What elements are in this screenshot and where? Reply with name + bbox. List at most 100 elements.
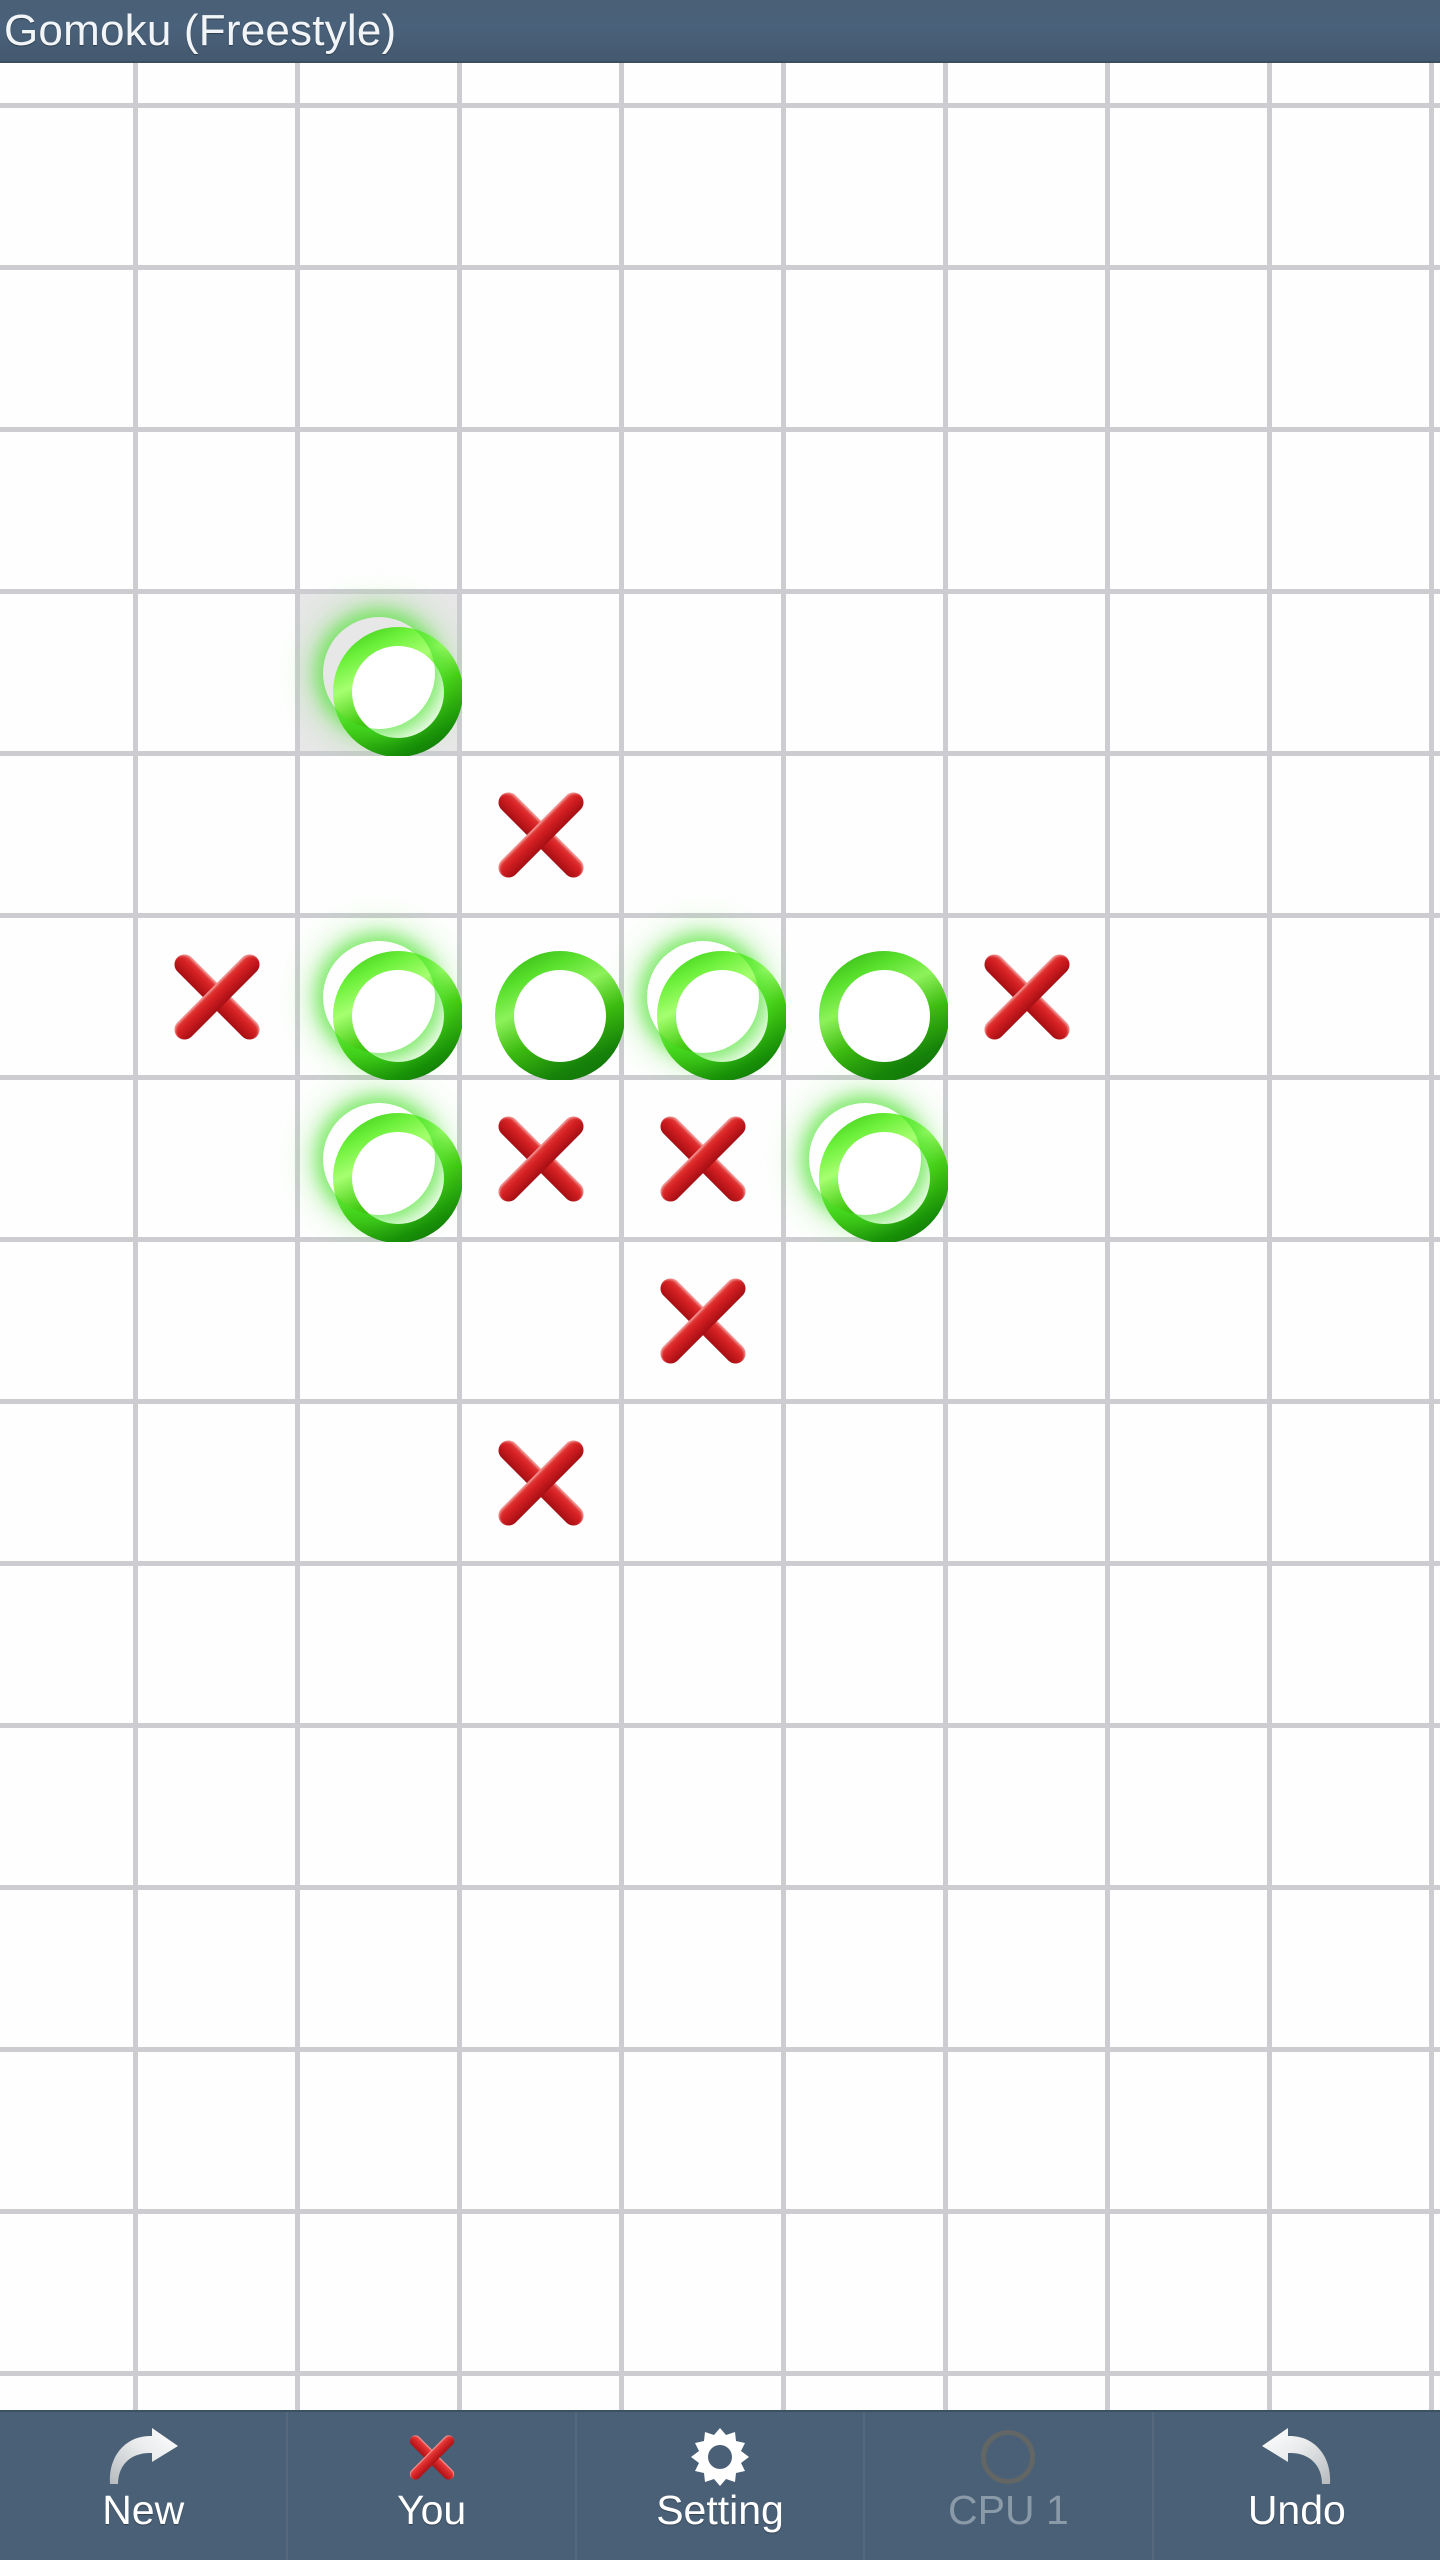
board-cell[interactable]: [786, 1080, 948, 1242]
new-game-button[interactable]: New: [0, 2412, 289, 2560]
board-cell[interactable]: [300, 918, 462, 1080]
you-button[interactable]: You: [288, 2412, 577, 2560]
board-cell[interactable]: [138, 1080, 300, 1242]
board-cell[interactable]: [948, 1404, 1110, 1566]
board-cell[interactable]: [300, 1242, 462, 1404]
board-cell[interactable]: [300, 1890, 462, 2052]
board-cell[interactable]: [138, 2376, 300, 2410]
board-cell[interactable]: [300, 594, 462, 756]
board-cell[interactable]: [786, 756, 948, 918]
board-cell[interactable]: [1272, 1404, 1434, 1566]
board-cell[interactable]: [1110, 2214, 1272, 2376]
board-cell[interactable]: [948, 1566, 1110, 1728]
board-cell[interactable]: [1272, 2052, 1434, 2214]
board-cell[interactable]: [138, 1728, 300, 1890]
board-cell[interactable]: [786, 594, 948, 756]
board-cell[interactable]: [786, 1566, 948, 1728]
board-cell[interactable]: [948, 756, 1110, 918]
board-cell[interactable]: [0, 756, 138, 918]
board-cell[interactable]: [1272, 1728, 1434, 1890]
board-cell[interactable]: [1434, 63, 1440, 108]
board-cell[interactable]: [462, 1890, 624, 2052]
board-cell[interactable]: [624, 270, 786, 432]
board-cell[interactable]: [462, 1242, 624, 1404]
board-cell[interactable]: [948, 432, 1110, 594]
board-cell[interactable]: [0, 1080, 138, 1242]
board-cell[interactable]: [462, 1404, 624, 1566]
game-board-grid[interactable]: [0, 63, 1440, 2410]
board-cell[interactable]: [624, 1890, 786, 2052]
board-cell[interactable]: [948, 108, 1110, 270]
board-cell[interactable]: [0, 1728, 138, 1890]
board-cell[interactable]: [948, 1890, 1110, 2052]
board-cell[interactable]: [1110, 2376, 1272, 2410]
board-cell[interactable]: [624, 1242, 786, 1404]
game-board-area[interactable]: [0, 63, 1440, 2410]
board-cell[interactable]: [624, 1080, 786, 1242]
board-cell[interactable]: [1272, 63, 1434, 108]
board-cell[interactable]: [0, 1404, 138, 1566]
board-cell[interactable]: [462, 918, 624, 1080]
board-cell[interactable]: [138, 108, 300, 270]
board-cell[interactable]: [1434, 1404, 1440, 1566]
board-cell[interactable]: [624, 2376, 786, 2410]
board-cell[interactable]: [300, 1080, 462, 1242]
board-cell[interactable]: [624, 1566, 786, 1728]
board-cell[interactable]: [1110, 270, 1272, 432]
board-cell[interactable]: [462, 63, 624, 108]
board-cell[interactable]: [786, 2376, 948, 2410]
board-cell[interactable]: [1110, 756, 1272, 918]
board-cell[interactable]: [300, 270, 462, 432]
board-cell[interactable]: [1434, 1728, 1440, 1890]
board-cell[interactable]: [300, 432, 462, 594]
board-cell[interactable]: [1434, 108, 1440, 270]
board-cell[interactable]: [1434, 1890, 1440, 2052]
board-cell[interactable]: [138, 63, 300, 108]
cpu-level-button[interactable]: CPU 1: [865, 2412, 1154, 2560]
board-cell[interactable]: [138, 1404, 300, 1566]
board-cell[interactable]: [786, 270, 948, 432]
board-cell[interactable]: [624, 63, 786, 108]
board-cell[interactable]: [1110, 108, 1272, 270]
board-cell[interactable]: [1110, 432, 1272, 594]
board-cell[interactable]: [1110, 1728, 1272, 1890]
board-cell[interactable]: [1434, 594, 1440, 756]
board-cell[interactable]: [948, 1728, 1110, 1890]
board-cell[interactable]: [138, 2214, 300, 2376]
board-cell[interactable]: [1110, 2052, 1272, 2214]
board-cell[interactable]: [1272, 2214, 1434, 2376]
board-cell[interactable]: [1272, 594, 1434, 756]
board-cell[interactable]: [0, 1242, 138, 1404]
setting-button[interactable]: Setting: [577, 2412, 866, 2560]
board-cell[interactable]: [462, 2052, 624, 2214]
board-cell[interactable]: [948, 594, 1110, 756]
board-cell[interactable]: [1110, 1242, 1272, 1404]
board-cell[interactable]: [1434, 918, 1440, 1080]
board-cell[interactable]: [786, 63, 948, 108]
board-cell[interactable]: [1110, 1890, 1272, 2052]
board-cell[interactable]: [786, 108, 948, 270]
board-cell[interactable]: [0, 2214, 138, 2376]
board-cell[interactable]: [138, 432, 300, 594]
board-cell[interactable]: [0, 1566, 138, 1728]
board-cell[interactable]: [300, 2052, 462, 2214]
board-cell[interactable]: [0, 2052, 138, 2214]
board-cell[interactable]: [786, 918, 948, 1080]
board-cell[interactable]: [1272, 918, 1434, 1080]
board-cell[interactable]: [948, 1080, 1110, 1242]
board-cell[interactable]: [462, 270, 624, 432]
board-cell[interactable]: [1434, 1080, 1440, 1242]
board-cell[interactable]: [1272, 432, 1434, 594]
board-cell[interactable]: [138, 1242, 300, 1404]
board-cell[interactable]: [1434, 2376, 1440, 2410]
board-cell[interactable]: [300, 2214, 462, 2376]
board-cell[interactable]: [1272, 1080, 1434, 1242]
board-cell[interactable]: [462, 108, 624, 270]
board-cell[interactable]: [0, 108, 138, 270]
board-cell[interactable]: [1272, 1242, 1434, 1404]
board-cell[interactable]: [462, 1728, 624, 1890]
board-cell[interactable]: [138, 1566, 300, 1728]
board-cell[interactable]: [138, 2052, 300, 2214]
board-cell[interactable]: [1272, 108, 1434, 270]
board-cell[interactable]: [0, 63, 138, 108]
